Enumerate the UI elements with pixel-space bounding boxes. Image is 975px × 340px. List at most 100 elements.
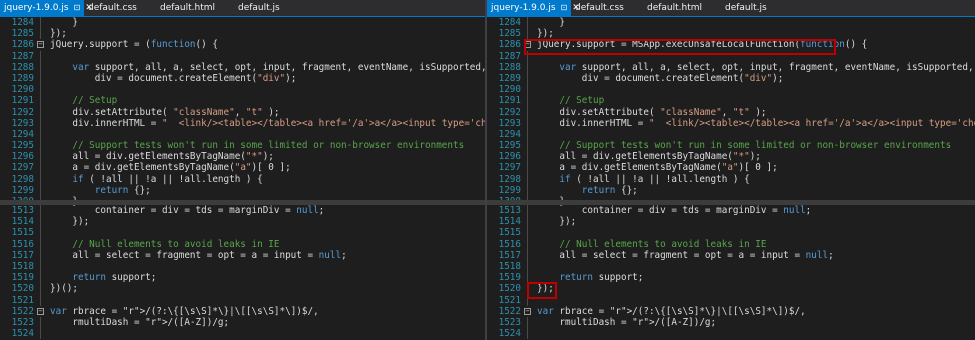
code-line[interactable]: 1523 rmultiDash = "r">/([A-Z])/g; bbox=[487, 316, 975, 329]
code-line[interactable]: 1290 bbox=[0, 84, 485, 96]
code-view-bottom[interactable]: 1513 container = div = tds = marginDiv =… bbox=[487, 205, 975, 340]
code-text: }); bbox=[537, 216, 577, 228]
tab-label: default.html bbox=[160, 3, 216, 13]
code-line[interactable]: 1521 bbox=[0, 294, 485, 306]
line-number: 1296 bbox=[498, 151, 521, 163]
code-line[interactable]: 1519 return support; bbox=[0, 272, 485, 284]
code-line[interactable]: 1520})(); bbox=[0, 283, 485, 295]
code-line[interactable]: 1513 container = div = tds = marginDiv =… bbox=[487, 205, 975, 217]
code-line[interactable]: 1297 a = div.getElementsByTagName("a")[ … bbox=[487, 162, 975, 174]
code-line[interactable]: 1292 div.setAttribute( "className", "t" … bbox=[487, 106, 975, 118]
code-line[interactable]: 1288 var support, all, a, select, opt, i… bbox=[487, 61, 975, 73]
tab-default-html[interactable]: default.html bbox=[156, 0, 219, 16]
code-line[interactable]: 1297 a = div.getElementsByTagName("a")[ … bbox=[0, 162, 485, 174]
code-line[interactable]: 1516 // Null elements to avoid leaks in … bbox=[0, 238, 485, 250]
code-text: all = div.getElementsByTagName("*"); bbox=[50, 151, 274, 163]
code-line[interactable]: 1522− var rbrace = "r">/(?:\{[\s\S]*\}|\[… bbox=[487, 306, 975, 317]
tab-default-css[interactable]: default.css bbox=[571, 0, 628, 16]
fold-guide bbox=[527, 72, 528, 85]
line-number: 1293 bbox=[11, 117, 34, 129]
fold-toggle-icon[interactable]: − bbox=[37, 307, 44, 315]
code-text: // Null elements to avoid leaks in IE bbox=[537, 238, 767, 250]
code-text: if ( !all || !a || !all.length ) { bbox=[72, 173, 263, 185]
code-line[interactable]: 1523 rmultiDash = "r">/([A-Z])/g; bbox=[0, 316, 485, 329]
fold-guide bbox=[40, 17, 41, 29]
tab-default-js[interactable]: default.js bbox=[234, 0, 284, 16]
fold-guide bbox=[40, 140, 41, 152]
line-number: 1519 bbox=[11, 272, 34, 284]
pin-icon[interactable]: ⊡ bbox=[561, 0, 568, 16]
fold-guide bbox=[527, 61, 528, 73]
code-line[interactable]: 1285}); bbox=[0, 28, 485, 40]
code-line[interactable]: 1518 bbox=[487, 260, 975, 273]
code-line[interactable]: 1296 all = div.getElementsByTagName("*")… bbox=[487, 151, 975, 163]
fold-guide bbox=[40, 316, 41, 329]
fold-toggle-icon[interactable]: − bbox=[37, 41, 44, 49]
tab-jquery[interactable]: jquery-1.9.0.js ⊡ ✕ bbox=[0, 0, 93, 16]
pin-icon[interactable]: ⊡ bbox=[74, 0, 81, 16]
code-line[interactable]: 1295 // Support tests won't run in some … bbox=[0, 140, 485, 152]
code-line[interactable]: 1289 div = document.createElement("div")… bbox=[487, 72, 975, 85]
fold-guide bbox=[527, 162, 528, 174]
code-text: rmultiDash = "r">/([A-Z])/g; bbox=[50, 316, 230, 328]
fold-guide bbox=[40, 227, 41, 239]
code-line[interactable]: 1291 // Setup bbox=[0, 95, 485, 107]
code-line[interactable]: 1284 } bbox=[487, 17, 975, 29]
line-number: 1289 bbox=[498, 72, 521, 84]
code-line[interactable]: 1292 div.setAttribute( "className", "t" … bbox=[0, 106, 485, 118]
line-number: 1289 bbox=[11, 72, 34, 84]
fold-guide bbox=[527, 184, 528, 196]
line-number: 1286 bbox=[11, 39, 34, 51]
fold-guide bbox=[40, 216, 41, 228]
code-line[interactable]: 1514 }); bbox=[487, 216, 975, 228]
code-line[interactable]: 1517 all = select = fragment = opt = a =… bbox=[0, 249, 485, 261]
code-line[interactable]: 1293 div.innerHTML = " <link/><table></t… bbox=[0, 117, 485, 129]
tab-default-css[interactable]: default.css bbox=[84, 0, 141, 16]
code-line[interactable]: 1520}); bbox=[487, 283, 975, 295]
code-line[interactable]: 1524 bbox=[0, 328, 485, 340]
fold-guide bbox=[527, 238, 528, 250]
code-line[interactable]: 1518 bbox=[0, 260, 485, 273]
code-view-bottom[interactable]: 1513 container = div = tds = marginDiv =… bbox=[0, 205, 485, 340]
fold-guide bbox=[527, 17, 528, 29]
code-text: a = div.getElementsByTagName("a")[ 0 ]; bbox=[50, 162, 291, 174]
tab-default-html[interactable]: default.html bbox=[643, 0, 706, 16]
code-line[interactable]: 1515 bbox=[487, 227, 975, 239]
code-line[interactable]: 1516 // Null elements to avoid leaks in … bbox=[487, 238, 975, 250]
code-line[interactable]: 1514 }); bbox=[0, 216, 485, 228]
code-line[interactable]: 1287 bbox=[0, 50, 485, 62]
code-line[interactable]: 1285}); bbox=[487, 28, 975, 40]
code-line[interactable]: 1296 all = div.getElementsByTagName("*")… bbox=[0, 151, 485, 163]
code-line[interactable]: 1293 div.innerHTML = " <link/><table></t… bbox=[487, 117, 975, 129]
code-line[interactable]: 1288 var support, all, a, select, opt, i… bbox=[0, 61, 485, 73]
code-text: }); bbox=[50, 28, 67, 40]
code-line[interactable]: 1298 if ( !all || !a || !all.length ) { bbox=[0, 173, 485, 185]
code-line[interactable]: 1298 if ( !all || !a || !all.length ) { bbox=[487, 173, 975, 185]
code-line[interactable]: 1294 bbox=[487, 128, 975, 141]
code-line[interactable]: 1291 // Setup bbox=[487, 95, 975, 107]
code-line[interactable]: 1284 } bbox=[0, 17, 485, 29]
code-line[interactable]: 1513 container = div = tds = marginDiv =… bbox=[0, 205, 485, 217]
code-line[interactable]: 1286− jQuery.support = (function() { bbox=[0, 39, 485, 50]
code-line[interactable]: 1289 div = document.createElement("div")… bbox=[0, 72, 485, 85]
tab-default-js[interactable]: default.js bbox=[721, 0, 771, 16]
code-line[interactable]: 1522− var rbrace = "r">/(?:\{[\s\S]*\}|\[… bbox=[0, 306, 485, 317]
code-line[interactable]: 1515 bbox=[0, 227, 485, 239]
code-line[interactable]: 1519 return support; bbox=[487, 272, 975, 284]
code-line[interactable]: 1299 return {}; bbox=[0, 184, 485, 196]
tab-jquery[interactable]: jquery-1.9.0.js ⊡ ✕ bbox=[487, 0, 580, 16]
fold-guide bbox=[527, 316, 528, 329]
code-line[interactable]: 1294 bbox=[0, 128, 485, 141]
code-line[interactable]: 1295 // Support tests won't run in some … bbox=[487, 140, 975, 152]
fold-toggle-icon[interactable]: − bbox=[524, 307, 531, 315]
code-line[interactable]: 1521 bbox=[487, 294, 975, 306]
code-line[interactable]: 1517 all = select = fragment = opt = a =… bbox=[487, 249, 975, 261]
code-text: return support; bbox=[72, 272, 157, 284]
line-number: 1521 bbox=[11, 294, 34, 306]
line-number: 1516 bbox=[11, 238, 34, 250]
code-line[interactable]: 1299 return {}; bbox=[487, 184, 975, 196]
code-line[interactable]: 1290 bbox=[487, 84, 975, 96]
code-view-top[interactable]: 1284 } 1285}); 1286− jQuery.support = (func… bbox=[0, 17, 485, 208]
code-line[interactable]: 1524 bbox=[487, 328, 975, 340]
code-text: var rbrace = "r">/(?:\{[\s\S]*\}|\[[\s\S… bbox=[50, 305, 319, 317]
